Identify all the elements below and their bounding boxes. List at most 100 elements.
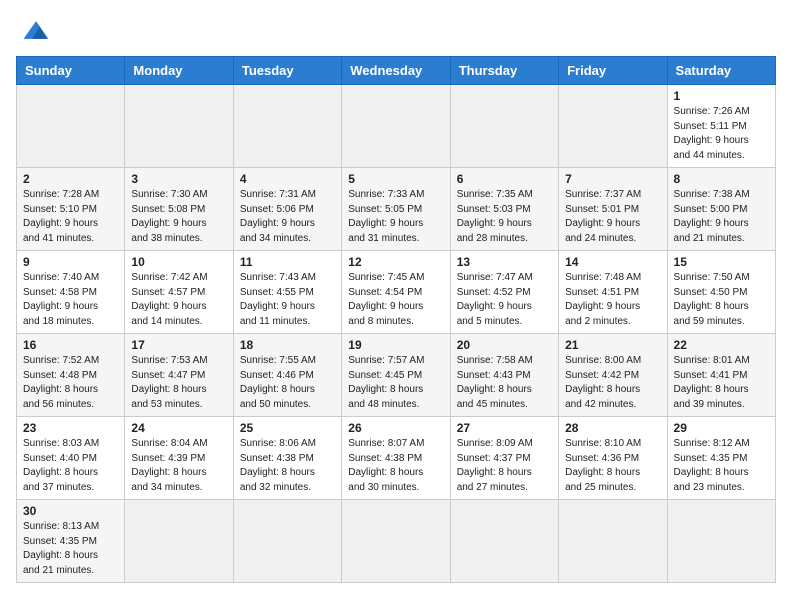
calendar-cell: 20 Sunrise: 7:58 AM Sunset: 4:43 PM Dayli… xyxy=(450,334,558,417)
calendar-cell xyxy=(233,85,341,168)
calendar-cell: 12 Sunrise: 7:45 AM Sunset: 4:54 PM Dayli… xyxy=(342,251,450,334)
calendar-cell: 18 Sunrise: 7:55 AM Sunset: 4:46 PM Dayli… xyxy=(233,334,341,417)
day-info: Sunrise: 8:00 AM Sunset: 4:42 PM Dayligh… xyxy=(565,354,660,412)
calendar-cell xyxy=(125,500,233,583)
day-number: 15 xyxy=(674,255,769,269)
day-number: 26 xyxy=(348,421,443,435)
calendar-cell: 5Sunrise: 7:33 AM Sunset: 5:05 PM Daylig… xyxy=(342,168,450,251)
day-number: 9 xyxy=(23,255,118,269)
calendar-cell: 22 Sunrise: 8:01 AM Sunset: 4:41 PM Dayli… xyxy=(667,334,775,417)
day-number: 10 xyxy=(131,255,226,269)
day-info: Sunrise: 8:12 AM Sunset: 4:35 PM Dayligh… xyxy=(674,437,769,495)
day-info: Sunrise: 7:37 AM Sunset: 5:01 PM Dayligh… xyxy=(565,188,660,246)
day-info: Sunrise: 7:40 AM Sunset: 4:58 PM Dayligh… xyxy=(23,271,118,329)
calendar-cell: 24 Sunrise: 8:04 AM Sunset: 4:39 PM Dayli… xyxy=(125,417,233,500)
calendar-cell: 7 Sunrise: 7:37 AM Sunset: 5:01 PM Daylig… xyxy=(559,168,667,251)
calendar-cell: 14Sunrise: 7:48 AM Sunset: 4:51 PM Dayli… xyxy=(559,251,667,334)
day-info: Sunrise: 8:01 AM Sunset: 4:41 PM Dayligh… xyxy=(674,354,769,412)
day-number: 23 xyxy=(23,421,118,435)
day-number: 7 xyxy=(565,172,660,186)
day-number: 27 xyxy=(457,421,552,435)
day-number: 4 xyxy=(240,172,335,186)
weekday-header-tuesday: Tuesday xyxy=(233,57,341,85)
day-number: 30 xyxy=(23,504,118,518)
calendar-cell xyxy=(667,500,775,583)
day-number: 19 xyxy=(348,338,443,352)
weekday-header-wednesday: Wednesday xyxy=(342,57,450,85)
day-number: 3 xyxy=(131,172,226,186)
calendar-cell: 1Sunrise: 7:26 AM Sunset: 5:11 PM Daylig… xyxy=(667,85,775,168)
day-info: Sunrise: 7:55 AM Sunset: 4:46 PM Dayligh… xyxy=(240,354,335,412)
calendar-cell: 13Sunrise: 7:47 AM Sunset: 4:52 PM Dayli… xyxy=(450,251,558,334)
calendar-cell xyxy=(17,85,125,168)
calendar-cell xyxy=(125,85,233,168)
day-info: Sunrise: 7:45 AM Sunset: 4:54 PM Dayligh… xyxy=(348,271,443,329)
day-number: 24 xyxy=(131,421,226,435)
page: SundayMondayTuesdayWednesdayThursdayFrid… xyxy=(0,0,792,612)
day-number: 6 xyxy=(457,172,552,186)
day-number: 14 xyxy=(565,255,660,269)
calendar-week-row: 2 Sunrise: 7:28 AM Sunset: 5:10 PM Daylig… xyxy=(17,168,776,251)
day-info: Sunrise: 8:09 AM Sunset: 4:37 PM Dayligh… xyxy=(457,437,552,495)
day-info: Sunrise: 8:07 AM Sunset: 4:38 PM Dayligh… xyxy=(348,437,443,495)
logo-icon xyxy=(20,16,52,44)
day-info: Sunrise: 7:58 AM Sunset: 4:43 PM Dayligh… xyxy=(457,354,552,412)
calendar-cell: 21 Sunrise: 8:00 AM Sunset: 4:42 PM Dayli… xyxy=(559,334,667,417)
day-info: Sunrise: 7:53 AM Sunset: 4:47 PM Dayligh… xyxy=(131,354,226,412)
calendar-week-row: 9 Sunrise: 7:40 AM Sunset: 4:58 PM Daylig… xyxy=(17,251,776,334)
calendar-cell: 15Sunrise: 7:50 AM Sunset: 4:50 PM Dayli… xyxy=(667,251,775,334)
calendar-cell: 19Sunrise: 7:57 AM Sunset: 4:45 PM Dayli… xyxy=(342,334,450,417)
day-number: 18 xyxy=(240,338,335,352)
day-number: 2 xyxy=(23,172,118,186)
calendar-week-row: 1Sunrise: 7:26 AM Sunset: 5:11 PM Daylig… xyxy=(17,85,776,168)
calendar-cell: 9 Sunrise: 7:40 AM Sunset: 4:58 PM Daylig… xyxy=(17,251,125,334)
logo xyxy=(16,16,52,44)
day-info: Sunrise: 7:38 AM Sunset: 5:00 PM Dayligh… xyxy=(674,188,769,246)
calendar-cell xyxy=(342,500,450,583)
day-info: Sunrise: 7:52 AM Sunset: 4:48 PM Dayligh… xyxy=(23,354,118,412)
calendar-cell xyxy=(450,500,558,583)
calendar-cell: 17 Sunrise: 7:53 AM Sunset: 4:47 PM Dayli… xyxy=(125,334,233,417)
day-info: Sunrise: 8:06 AM Sunset: 4:38 PM Dayligh… xyxy=(240,437,335,495)
calendar-cell: 6 Sunrise: 7:35 AM Sunset: 5:03 PM Daylig… xyxy=(450,168,558,251)
day-info: Sunrise: 7:35 AM Sunset: 5:03 PM Dayligh… xyxy=(457,188,552,246)
calendar-cell: 8Sunrise: 7:38 AM Sunset: 5:00 PM Daylig… xyxy=(667,168,775,251)
calendar-cell xyxy=(559,500,667,583)
weekday-header-thursday: Thursday xyxy=(450,57,558,85)
calendar-cell xyxy=(559,85,667,168)
day-info: Sunrise: 8:04 AM Sunset: 4:39 PM Dayligh… xyxy=(131,437,226,495)
day-number: 1 xyxy=(674,89,769,103)
calendar-cell: 28 Sunrise: 8:10 AM Sunset: 4:36 PM Dayli… xyxy=(559,417,667,500)
day-info: Sunrise: 8:10 AM Sunset: 4:36 PM Dayligh… xyxy=(565,437,660,495)
calendar-cell xyxy=(342,85,450,168)
day-number: 20 xyxy=(457,338,552,352)
day-number: 13 xyxy=(457,255,552,269)
calendar-table: SundayMondayTuesdayWednesdayThursdayFrid… xyxy=(16,56,776,583)
weekday-header-friday: Friday xyxy=(559,57,667,85)
calendar-cell: 27 Sunrise: 8:09 AM Sunset: 4:37 PM Dayli… xyxy=(450,417,558,500)
day-number: 16 xyxy=(23,338,118,352)
day-info: Sunrise: 7:43 AM Sunset: 4:55 PM Dayligh… xyxy=(240,271,335,329)
calendar-cell: 3Sunrise: 7:30 AM Sunset: 5:08 PM Daylig… xyxy=(125,168,233,251)
day-info: Sunrise: 8:13 AM Sunset: 4:35 PM Dayligh… xyxy=(23,520,118,578)
weekday-header-monday: Monday xyxy=(125,57,233,85)
day-info: Sunrise: 7:31 AM Sunset: 5:06 PM Dayligh… xyxy=(240,188,335,246)
day-number: 12 xyxy=(348,255,443,269)
calendar-cell: 30 Sunrise: 8:13 AM Sunset: 4:35 PM Dayli… xyxy=(17,500,125,583)
day-info: Sunrise: 8:03 AM Sunset: 4:40 PM Dayligh… xyxy=(23,437,118,495)
day-number: 29 xyxy=(674,421,769,435)
day-info: Sunrise: 7:28 AM Sunset: 5:10 PM Dayligh… xyxy=(23,188,118,246)
calendar-cell: 25Sunrise: 8:06 AM Sunset: 4:38 PM Dayli… xyxy=(233,417,341,500)
weekday-header-saturday: Saturday xyxy=(667,57,775,85)
calendar-week-row: 30 Sunrise: 8:13 AM Sunset: 4:35 PM Dayli… xyxy=(17,500,776,583)
day-number: 21 xyxy=(565,338,660,352)
calendar-cell: 29 Sunrise: 8:12 AM Sunset: 4:35 PM Dayli… xyxy=(667,417,775,500)
calendar-cell: 16 Sunrise: 7:52 AM Sunset: 4:48 PM Dayli… xyxy=(17,334,125,417)
calendar-cell: 11Sunrise: 7:43 AM Sunset: 4:55 PM Dayli… xyxy=(233,251,341,334)
day-number: 22 xyxy=(674,338,769,352)
calendar-cell: 26 Sunrise: 8:07 AM Sunset: 4:38 PM Dayli… xyxy=(342,417,450,500)
day-number: 28 xyxy=(565,421,660,435)
calendar-cell: 23 Sunrise: 8:03 AM Sunset: 4:40 PM Dayli… xyxy=(17,417,125,500)
day-number: 17 xyxy=(131,338,226,352)
calendar-cell: 10Sunrise: 7:42 AM Sunset: 4:57 PM Dayli… xyxy=(125,251,233,334)
